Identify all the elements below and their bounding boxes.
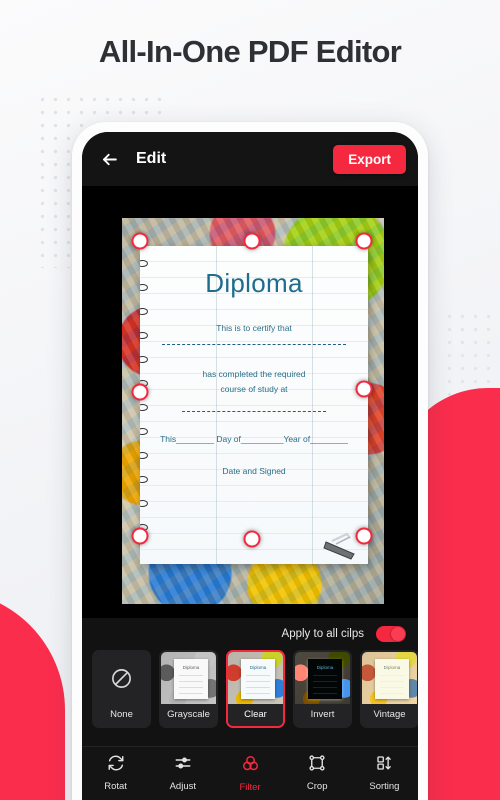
filter-label-grayscale: Grayscale <box>161 704 216 726</box>
bottom-toolbar: Rotat Adjust Filter Crop Sorting <box>82 746 418 800</box>
filter-thumbnail-clear: Diploma <box>228 652 283 704</box>
filter-icon <box>241 754 260 778</box>
binder-clip-icon <box>323 532 355 560</box>
filters-panel: Apply to all cilps None Diploma Grayscal… <box>82 618 418 746</box>
toolbar-label-sorting: Sorting <box>369 781 400 792</box>
rotate-icon <box>107 754 125 777</box>
diploma-certify-line: This is to certify that <box>216 323 292 333</box>
filter-option-none[interactable]: None <box>92 650 151 728</box>
toolbar-item-filter[interactable]: Filter <box>216 754 283 793</box>
filter-thumbnail-vintage: Diploma <box>362 652 417 704</box>
filter-label-none: None <box>94 704 149 726</box>
crop-icon <box>308 754 326 777</box>
phone-mockup: Edit Export Diploma This is to certify t… <box>72 122 428 800</box>
export-button[interactable]: Export <box>333 144 406 174</box>
filter-thumbnail-grayscale: Diploma <box>161 652 216 704</box>
toolbar-item-crop[interactable]: Crop <box>284 754 351 793</box>
diploma-school-blank <box>182 410 326 412</box>
toolbar-label-adjust: Adjust <box>169 781 196 792</box>
toolbar-label-crop: Crop <box>306 781 328 792</box>
sorting-icon <box>375 754 393 777</box>
filter-label-invert: Invert <box>295 704 350 726</box>
diploma-date-line: This________ Day of_________Year of_____… <box>160 433 348 444</box>
filter-label-clear: Clear <box>228 704 283 726</box>
crop-handle-top-left[interactable] <box>131 232 149 250</box>
toolbar-label-rotate: Rotat <box>104 781 127 792</box>
diploma-completed-line-1: has completed the required <box>202 369 306 379</box>
toolbar-label-filter: Filter <box>239 782 261 793</box>
diploma-title: Diploma <box>205 268 303 298</box>
toolbar-item-sorting[interactable]: Sorting <box>351 754 418 793</box>
back-icon[interactable] <box>96 146 122 172</box>
toolbar-item-adjust[interactable]: Adjust <box>149 754 216 793</box>
red-accent-shape-left <box>0 590 65 800</box>
apply-to-all-row[interactable]: Apply to all cilps <box>82 626 418 650</box>
apply-to-all-toggle[interactable] <box>376 626 406 642</box>
app-header: Edit Export <box>82 132 418 186</box>
crop-handle-bottom-left[interactable] <box>131 527 149 545</box>
crop-handle-middle-right[interactable] <box>355 380 373 398</box>
diploma-signed-line: Date and Signed <box>222 465 286 476</box>
filter-option-vintage[interactable]: Diploma Vintage <box>360 650 418 728</box>
page-title: All-In-One PDF Editor <box>98 34 402 69</box>
filter-label-vintage: Vintage <box>362 704 417 726</box>
diploma-completed-line-2: course of study at <box>220 383 288 394</box>
toolbar-item-rotate[interactable]: Rotat <box>82 754 149 793</box>
apply-to-all-label: Apply to all cilps <box>281 628 364 640</box>
diploma-name-blank <box>162 344 346 345</box>
crop-handle-middle-left[interactable] <box>131 383 149 401</box>
phone-screen: Edit Export Diploma This is to certify t… <box>82 132 418 800</box>
filter-strip[interactable]: None Diploma Grayscale Diploma Clear Dip… <box>82 650 418 728</box>
filter-option-grayscale[interactable]: Diploma Grayscale <box>159 650 218 728</box>
editor-canvas[interactable]: Diploma This is to certify that has comp… <box>82 186 418 618</box>
crop-handle-top-right[interactable] <box>355 232 373 250</box>
filter-thumbnail-invert: Diploma <box>295 652 350 704</box>
no-filter-icon <box>94 652 149 704</box>
crop-handle-bottom-right[interactable] <box>355 527 373 545</box>
header-title: Edit <box>136 150 167 167</box>
filter-option-clear[interactable]: Diploma Clear <box>226 650 285 728</box>
filter-option-invert[interactable]: Diploma Invert <box>293 650 352 728</box>
crop-handle-bottom-center[interactable] <box>243 530 261 548</box>
crop-handle-top-center[interactable] <box>243 232 261 250</box>
sliders-icon <box>174 754 192 777</box>
diploma-document: Diploma This is to certify that has comp… <box>140 246 368 564</box>
